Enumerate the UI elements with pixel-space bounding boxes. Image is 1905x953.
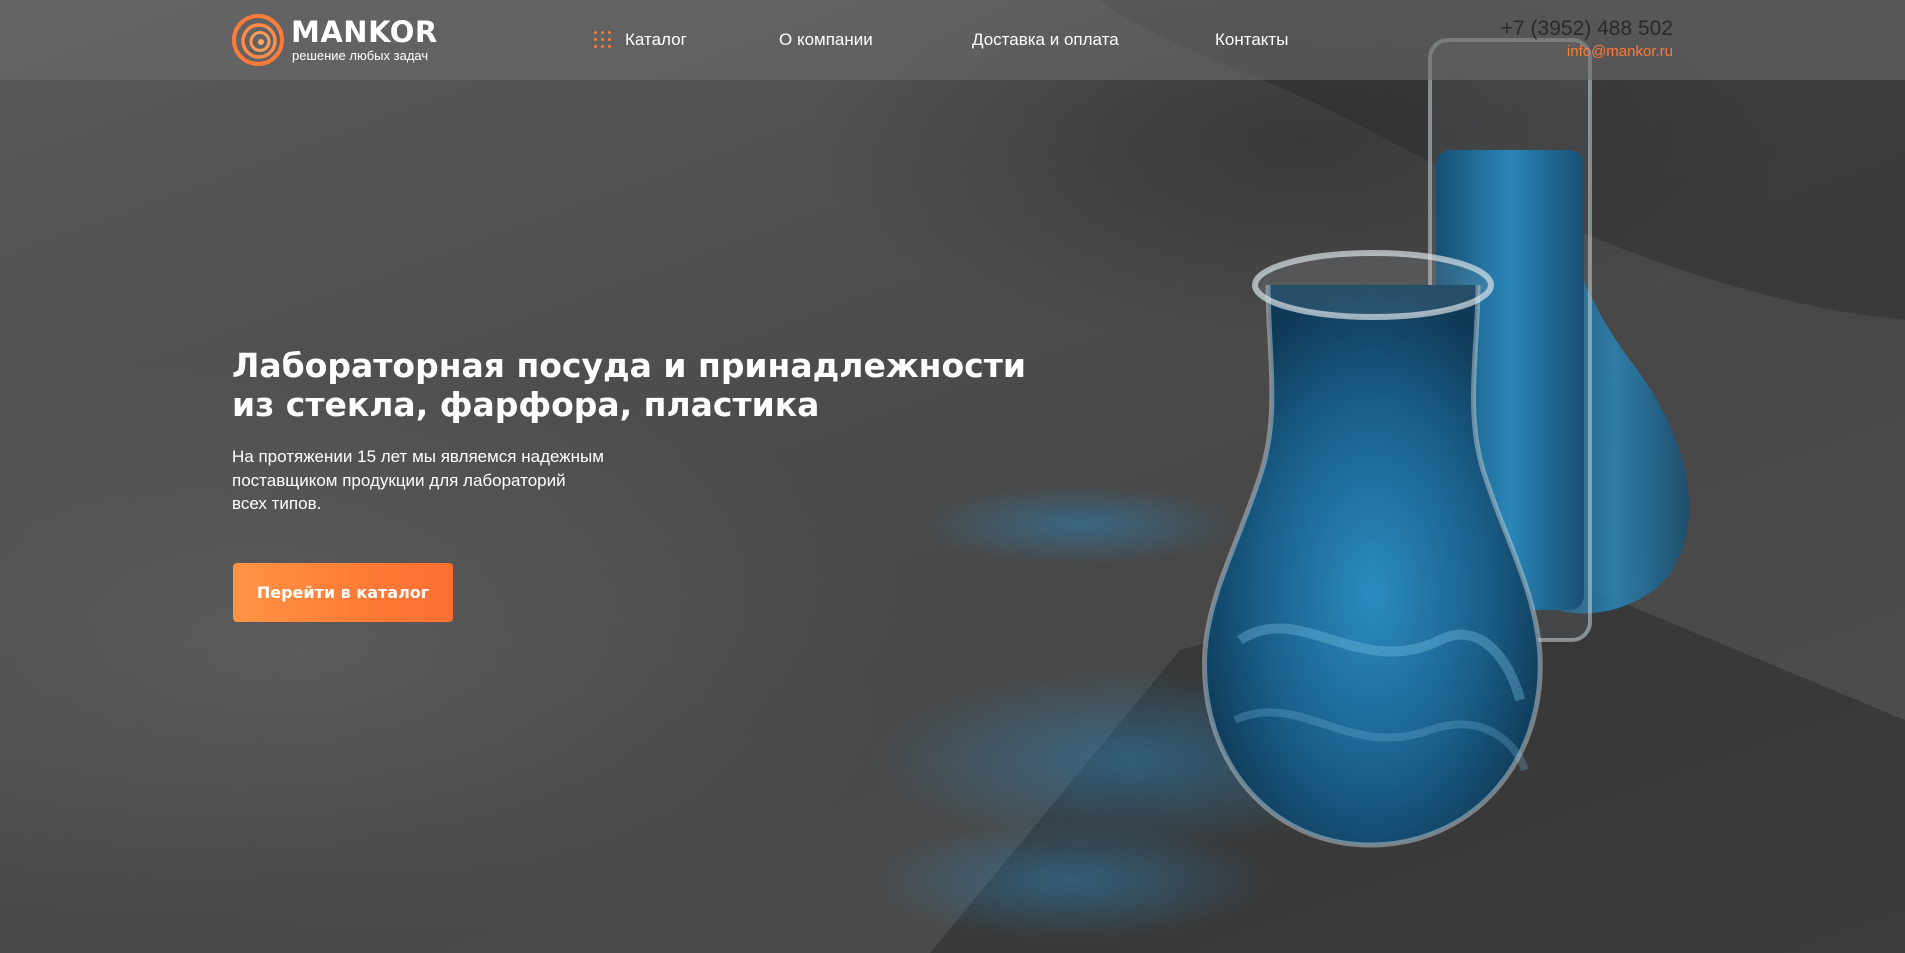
site-header: MANKOR решение любых задач Каталог О ком… [0, 0, 1905, 80]
hero-title-line: из стекла, фарфора, пластика [232, 385, 820, 424]
hero-description-line: всех типов. [232, 494, 322, 513]
email-link[interactable]: info@mankor.ru [1501, 42, 1673, 62]
logo[interactable]: MANKOR решение любых задач [232, 14, 442, 66]
nav-item-contacts[interactable]: Контакты [1215, 28, 1288, 52]
concentric-rings-logo-icon [232, 14, 284, 66]
brand-tagline: решение любых задач [292, 48, 429, 63]
phone-link[interactable]: +7 (3952) 488 502 [1501, 16, 1673, 42]
go-to-catalog-button[interactable]: Перейти в каталог [233, 563, 453, 622]
grid-dots-icon [594, 31, 612, 49]
nav-item-delivery[interactable]: Доставка и оплата [972, 28, 1119, 52]
hero-description-line: На протяжении 15 лет мы являемся надежны… [232, 447, 604, 466]
header-contacts: +7 (3952) 488 502 info@mankor.ru [1501, 16, 1673, 62]
nav-item-about[interactable]: О компании [779, 28, 873, 52]
hero-title-line: Лабораторная посуда и принадлежности [232, 346, 1026, 385]
hero-description: На протяжении 15 лет мы являемся надежны… [232, 445, 652, 516]
hero-description-line: поставщиком продукции для лабораторий [232, 470, 566, 490]
brand-name: MANKOR [291, 15, 438, 49]
nav-item-catalog[interactable]: Каталог [625, 28, 687, 52]
hero-title: Лабораторная посуда и принадлежности из … [232, 346, 1032, 424]
